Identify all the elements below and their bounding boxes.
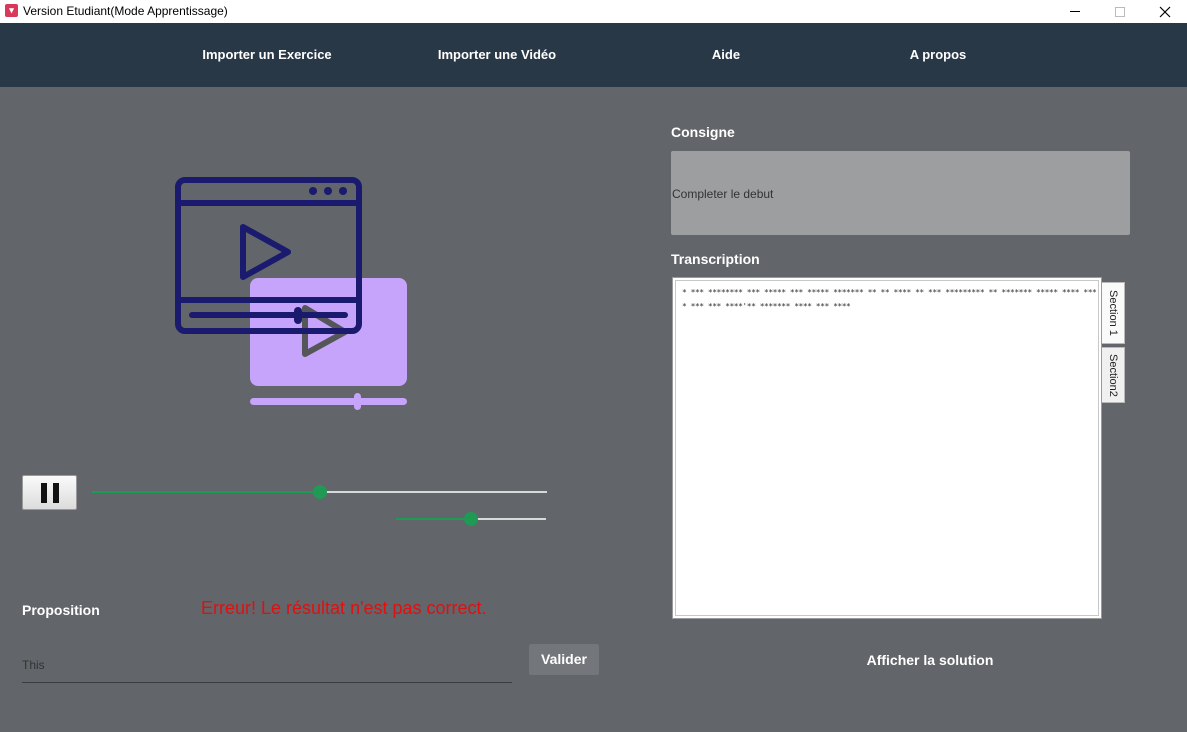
show-solution-button[interactable]: Afficher la solution [867, 652, 994, 668]
validate-button[interactable]: Valider [529, 644, 599, 675]
nav-import-video[interactable]: Importer une Vidéo [438, 47, 556, 62]
proposition-input[interactable] [22, 648, 512, 683]
app-icon: ▾ [5, 4, 18, 17]
nav-about[interactable]: A propos [910, 47, 967, 62]
volume-slider[interactable] [396, 512, 546, 526]
consigne-label: Consigne [671, 124, 735, 140]
consigne-text: Completer le debut [672, 187, 774, 201]
video-player-icon [175, 177, 407, 410]
nav-bar: Importer un Exercice Importer une Vidéo … [0, 23, 1187, 87]
transcription-label: Transcription [671, 251, 760, 267]
maximize-icon [1115, 6, 1125, 17]
transcription-text: * *** ******** *** ***** *** ***** *****… [682, 288, 1097, 311]
close-icon [1159, 6, 1171, 17]
tab-section-1[interactable]: Section 1 [1102, 282, 1125, 344]
nav-help[interactable]: Aide [712, 47, 740, 62]
tab-section-2[interactable]: Section2 [1102, 347, 1125, 403]
error-message: Erreur! Le résultat n'est pas correct. [201, 598, 487, 618]
tab-section-1-label: Section 1 [1107, 290, 1119, 336]
minimize-button[interactable] [1052, 0, 1098, 23]
progress-slider[interactable] [92, 485, 547, 499]
progress-slider-fill [92, 491, 320, 493]
tab-section-2-label: Section2 [1107, 353, 1119, 397]
title-bar: ▾ Version Etudiant(Mode Apprentissage) [0, 0, 1187, 23]
pause-button[interactable] [22, 475, 77, 510]
consigne-box: Completer le debut [671, 151, 1130, 235]
proposition-label: Proposition [22, 602, 100, 618]
volume-slider-thumb[interactable] [464, 512, 478, 526]
nav-import-exercise[interactable]: Importer un Exercice [202, 47, 331, 62]
volume-slider-fill [396, 518, 471, 520]
transcription-area[interactable]: * *** ******** *** ***** *** ***** *****… [672, 277, 1102, 619]
close-button[interactable] [1142, 0, 1187, 23]
progress-slider-thumb[interactable] [312, 485, 327, 499]
minimize-icon [1070, 11, 1080, 12]
maximize-button[interactable] [1097, 0, 1143, 23]
window-title: Version Etudiant(Mode Apprentissage) [23, 4, 228, 18]
